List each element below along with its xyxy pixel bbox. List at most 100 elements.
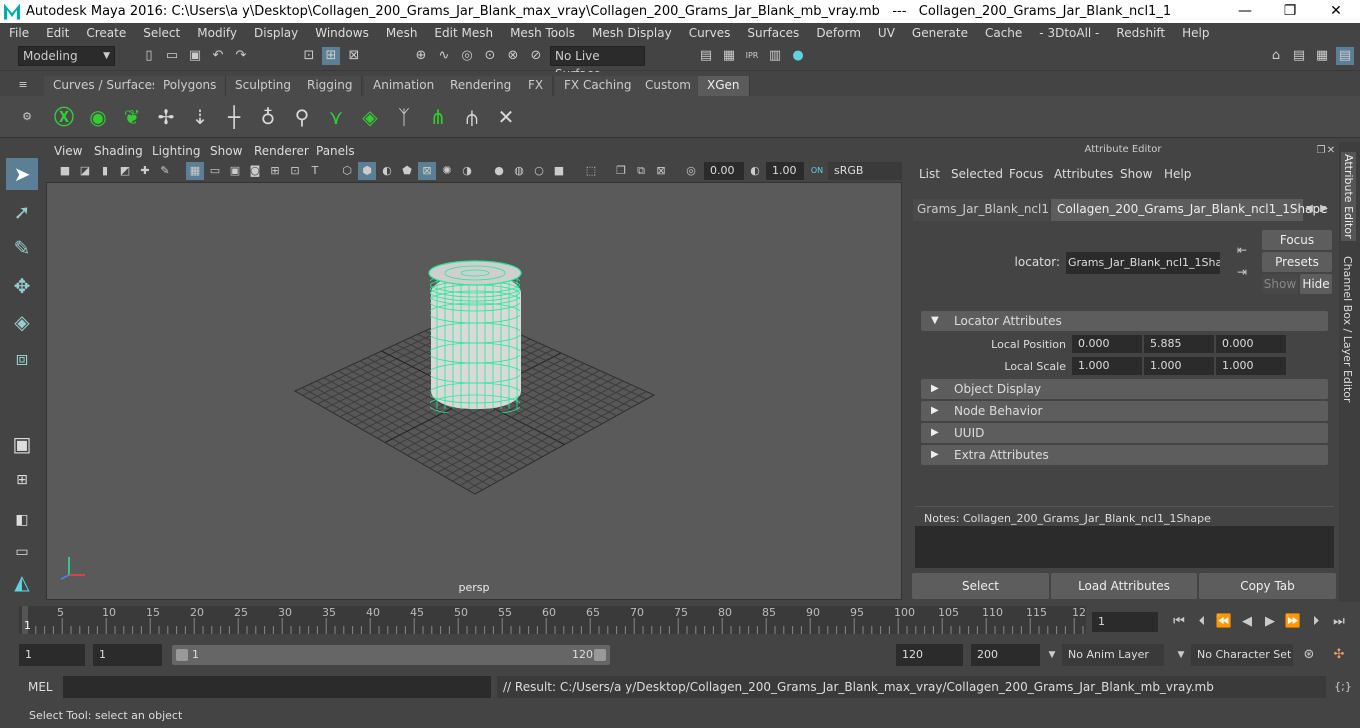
range-end-handle[interactable] <box>594 649 606 661</box>
snap-view-icon[interactable]: ⊙ <box>481 47 499 65</box>
xray-joints-icon[interactable]: ❐ <box>612 162 630 180</box>
viewport-persp[interactable]: persp <box>46 182 902 600</box>
show-button[interactable]: Show <box>1262 274 1298 294</box>
bookmark-icon[interactable]: ▮ <box>96 162 114 180</box>
command-input[interactable] <box>63 676 491 698</box>
menu-select[interactable]: Select <box>134 26 188 40</box>
snap-surface-icon[interactable]: ⊗ <box>504 47 522 65</box>
backface-icon[interactable]: ⊠ <box>652 162 670 180</box>
xgen-leaf-icon[interactable]: ❦ <box>118 102 146 132</box>
xray-icon[interactable]: ⊠ <box>418 162 436 180</box>
ambient-occlusion-icon[interactable]: ● <box>490 162 508 180</box>
tab-curves-surfaces[interactable]: Curves / Surfaces <box>44 76 169 96</box>
new-scene-icon[interactable]: ▯ <box>140 47 158 65</box>
go-output-icon[interactable]: ⇥ <box>1233 263 1251 281</box>
tab-channel-box[interactable]: Channel Box / Layer Editor <box>1341 256 1354 403</box>
shelf-settings-icon[interactable]: ⚙ <box>18 108 36 126</box>
tab-xgen[interactable]: XGen <box>698 76 750 96</box>
rotate-tool-icon[interactable]: ◈ <box>6 306 38 338</box>
anim-layer-field[interactable]: No Anim Layer <box>1062 644 1164 666</box>
locator-name-field[interactable]: Grams_Jar_Blank_ncl1_1Shape <box>1066 252 1220 274</box>
vp-menu-shading[interactable]: Shading <box>94 144 143 158</box>
snap-live-icon[interactable]: ⊘ <box>527 47 545 65</box>
resolution-gate-icon[interactable]: ▣ <box>226 162 244 180</box>
xgen-groom-icon[interactable]: ◈ <box>356 102 384 132</box>
snap-point-icon[interactable]: ◎ <box>458 47 476 65</box>
mode-selector[interactable]: Modeling ▼ <box>18 46 115 66</box>
tab-attribute-editor[interactable]: Attribute Editor <box>1341 152 1356 241</box>
2d-pan-icon[interactable]: ✚ <box>136 162 154 180</box>
animation-start-field[interactable]: 1 <box>19 644 85 666</box>
select-object-icon[interactable]: ⊞ <box>322 47 340 65</box>
play-forward-icon[interactable]: ▶ <box>1261 613 1279 631</box>
menu-mesh-tools[interactable]: Mesh Tools <box>501 26 583 40</box>
ae-menu-focus[interactable]: Focus <box>1009 167 1043 181</box>
safe-title-icon[interactable]: T <box>306 162 324 180</box>
section-locator-attributes[interactable]: ▼ Locator Attributes <box>921 311 1328 331</box>
film-gate-icon[interactable]: ▭ <box>206 162 224 180</box>
menu-generate[interactable]: Generate <box>903 26 976 40</box>
tab-polygons[interactable]: Polygons <box>154 76 227 96</box>
xgen-lock-guide-icon[interactable]: ⚲ <box>288 102 316 132</box>
gamma-field[interactable]: 1.00 <box>766 162 804 180</box>
attribute-editor-toggle-icon[interactable]: ▤ <box>1336 47 1354 65</box>
xgen-add-spline-icon[interactable]: ┼ <box>220 102 248 132</box>
snap-curve-icon[interactable]: ∿ <box>435 47 453 65</box>
load-attributes-button[interactable]: Load Attributes <box>1051 573 1197 599</box>
tab-fx[interactable]: FX <box>519 76 554 96</box>
menu-help[interactable]: Help <box>1173 26 1217 40</box>
wireframe-on-shaded-icon[interactable]: ◐ <box>378 162 396 180</box>
tab-rigging[interactable]: Rigging <box>298 76 363 96</box>
select-component-icon[interactable]: ⊠ <box>345 47 363 65</box>
scale-tool-icon[interactable]: ⧈ <box>6 342 38 374</box>
menu-file[interactable]: File <box>0 26 37 40</box>
outliner-view-icon[interactable]: ▭ <box>6 536 38 568</box>
ipr-render-icon[interactable]: IPR <box>743 47 761 65</box>
exposure-icon[interactable]: ◎ <box>682 162 700 180</box>
menu-mesh-display[interactable]: Mesh Display <box>583 26 680 40</box>
section-extra-attributes[interactable]: ▶ Extra Attributes <box>921 445 1328 465</box>
tab-transform-node[interactable]: Grams_Jar_Blank_ncl1_1 <box>913 199 1049 221</box>
animation-prefs-icon[interactable]: ✣ <box>1330 646 1348 664</box>
local-position-z[interactable]: 0.000 <box>1216 335 1286 353</box>
anti-alias-icon[interactable]: ○ <box>530 162 548 180</box>
vp-menu-view[interactable]: View <box>54 144 82 158</box>
textured-icon[interactable]: ⬟ <box>398 162 416 180</box>
redo-icon[interactable]: ↷ <box>232 47 250 65</box>
exposure-field[interactable]: 0.00 <box>704 162 744 180</box>
range-start-handle[interactable] <box>176 649 188 661</box>
xgen-move-guide-icon[interactable]: ⇣ <box>186 102 214 132</box>
motion-blur-icon[interactable]: ◍ <box>510 162 528 180</box>
playback-start-field[interactable]: 1 <box>93 644 162 666</box>
step-back-frame-icon[interactable]: ⏪ <box>1215 613 1233 631</box>
vp-menu-renderer[interactable]: Renderer <box>254 144 309 158</box>
shadows-icon[interactable]: ◑ <box>458 162 476 180</box>
select-tool-icon[interactable]: ➤ <box>6 158 38 190</box>
snap-grid-icon[interactable]: ⊕ <box>412 47 430 65</box>
step-forward-key-icon[interactable]: ⏵ <box>1307 613 1325 631</box>
vp-menu-show[interactable]: Show <box>210 144 242 158</box>
character-set-field[interactable]: No Character Set <box>1191 644 1293 666</box>
xgen-grass-icon[interactable]: ⋎ <box>322 102 350 132</box>
tab-sculpting[interactable]: Sculpting <box>226 76 302 96</box>
close-panel-icon[interactable]: ✕ <box>1322 142 1340 160</box>
go-input-icon[interactable]: ⇤ <box>1233 241 1251 259</box>
xgen-cut-icon[interactable]: ⫛ <box>458 102 486 132</box>
go-to-start-icon[interactable]: ⏮ <box>1170 613 1188 631</box>
menu-curves[interactable]: Curves <box>680 26 739 40</box>
tab-shape-node[interactable]: Collagen_200_Grams_Jar_Blank_ncl1_1Shape <box>1051 199 1327 221</box>
gamma-icon[interactable]: ◐ <box>746 162 764 180</box>
xgen-delete-guide-icon[interactable]: ✕ <box>492 102 520 132</box>
chevron-down-icon[interactable]: ▼ <box>1043 646 1061 664</box>
menu-display[interactable]: Display <box>245 26 306 40</box>
tab-rendering[interactable]: Rendering <box>441 76 522 96</box>
copy-tab-button[interactable]: Copy Tab <box>1199 573 1336 599</box>
tab-right-arrow-icon[interactable]: ▶ <box>1315 200 1333 218</box>
tab-custom[interactable]: Custom <box>636 76 701 96</box>
xgen-add-guide-icon[interactable]: ✢ <box>152 102 180 132</box>
go-to-end-icon[interactable]: ⏭ <box>1330 613 1348 631</box>
focus-button[interactable]: Focus <box>1262 230 1332 250</box>
auto-key-icon[interactable]: ⊛ <box>1300 646 1318 664</box>
shelf-menu-icon[interactable]: ≡ <box>14 76 32 94</box>
menu-deform[interactable]: Deform <box>807 26 869 40</box>
